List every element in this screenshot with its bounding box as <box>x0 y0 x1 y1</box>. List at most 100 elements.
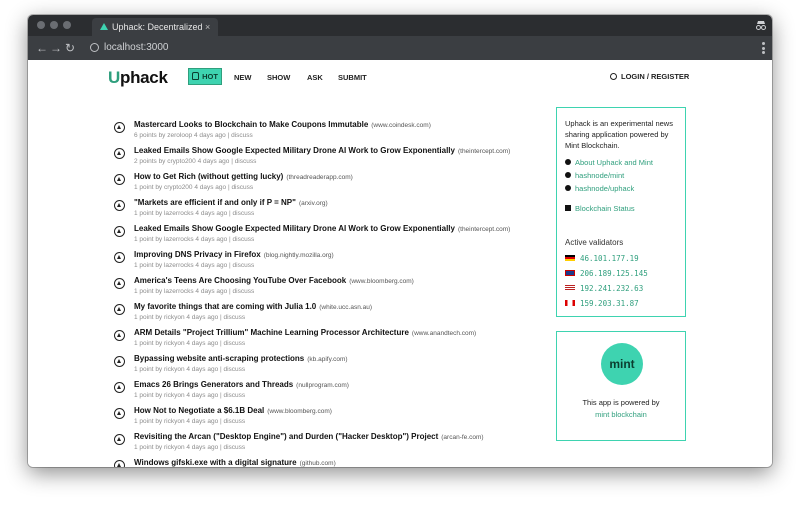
upvote-icon[interactable] <box>114 382 125 393</box>
upvote-icon[interactable] <box>114 200 125 211</box>
upvote-icon[interactable] <box>114 252 125 263</box>
post-title[interactable]: Windows gifski.exe with a digital signat… <box>134 458 297 467</box>
reload-icon[interactable]: ↻ <box>65 36 75 60</box>
powered-by-panel: mint This app is powered by mint blockch… <box>556 331 686 441</box>
validators-heading: Active validators <box>565 238 624 247</box>
validator-item[interactable]: 206.189.125.145 <box>565 269 648 278</box>
maximize-window-button[interactable] <box>63 21 71 29</box>
list-item: Emacs 26 Brings Generators and Threads (n… <box>114 380 544 406</box>
blockchain-status-link[interactable]: Blockchain Status <box>565 204 635 213</box>
mint-logo[interactable]: mint <box>601 343 643 385</box>
post-meta: 1 point by lazerrocks 4 days ago | discu… <box>134 210 255 217</box>
mint-blockchain-link[interactable]: mint blockchain <box>557 410 685 419</box>
post-title[interactable]: Leaked Emails Show Google Expected Milit… <box>134 224 455 233</box>
post-title[interactable]: America's Teens Are Choosing YouTube Ove… <box>134 276 346 285</box>
post-domain[interactable]: (arxiv.org) <box>299 200 328 207</box>
post-title[interactable]: Bypassing website anti-scraping protecti… <box>134 354 304 363</box>
info-icon <box>90 43 99 52</box>
post-title[interactable]: Emacs 26 Brings Generators and Threads <box>134 380 293 389</box>
upvote-icon[interactable] <box>114 278 125 289</box>
list-item: How Not to Negotiate a $6.1B Deal (www.bl… <box>114 406 544 432</box>
list-item: Leaked Emails Show Google Expected Milit… <box>114 224 544 250</box>
github-mint-link[interactable]: hashnode/mint <box>565 171 624 180</box>
post-domain[interactable]: (blog.nightly.mozilla.org) <box>264 252 334 259</box>
post-title[interactable]: Improving DNS Privacy in Firefox <box>134 250 261 259</box>
url-text: localhost:3000 <box>104 42 169 53</box>
minimize-window-button[interactable] <box>50 21 58 29</box>
post-domain[interactable]: (nullprogram.com) <box>296 382 349 389</box>
validator-item[interactable]: 159.203.31.87 <box>565 299 639 308</box>
post-domain[interactable]: (threadreaderapp.com) <box>286 174 352 181</box>
nav-ask-link[interactable]: ASK <box>307 73 323 82</box>
upvote-icon[interactable] <box>114 148 125 159</box>
list-item: How to Get Rich (without getting lucky)(… <box>114 172 544 198</box>
upvote-icon[interactable] <box>114 356 125 367</box>
address-bar: ← → ↻ localhost:3000 <box>28 36 772 60</box>
post-title[interactable]: Leaked Emails Show Google Expected Milit… <box>134 146 455 155</box>
uk-flag-icon <box>565 270 575 276</box>
post-domain[interactable]: (theintercept.com) <box>458 148 510 155</box>
browser-window: Uphack: Decentralized Hac × ← → ↻ localh… <box>28 15 772 467</box>
nav-new-link[interactable]: NEW <box>234 73 252 82</box>
login-register-link[interactable]: LOGIN / REGISTER <box>610 72 689 81</box>
upvote-icon[interactable] <box>114 434 125 445</box>
page-content: Uphack HOT NEW SHOW ASK SUBMIT LOGIN / R… <box>28 60 772 467</box>
browser-tab[interactable]: Uphack: Decentralized Hac × <box>92 18 218 36</box>
tab-close-icon[interactable]: × <box>205 18 210 36</box>
post-domain[interactable]: (arcan-fe.com) <box>441 434 483 441</box>
github-icon <box>565 172 571 178</box>
upvote-icon[interactable] <box>114 304 125 315</box>
list-item: America's Teens Are Choosing YouTube Ove… <box>114 276 544 302</box>
post-domain[interactable]: (github.com) <box>300 460 336 467</box>
forward-arrow-icon[interactable]: → <box>50 36 62 60</box>
close-window-button[interactable] <box>37 21 45 29</box>
post-domain[interactable]: (www.anandtech.com) <box>412 330 476 337</box>
post-meta: 1 point by rickyon 4 days ago | discuss <box>134 366 246 373</box>
tab-bar: Uphack: Decentralized Hac × <box>28 15 772 36</box>
canada-flag-icon <box>565 300 575 306</box>
post-title[interactable]: "Markets are efficient if and only if P … <box>134 198 296 207</box>
uphack-favicon-icon <box>100 23 108 30</box>
upvote-icon[interactable] <box>114 226 125 237</box>
post-domain[interactable]: (www.bloomberg.com) <box>349 278 414 285</box>
post-meta: 1 point by rickyon 4 days ago | discuss <box>134 444 246 451</box>
post-title[interactable]: Revisiting the Arcan ("Desktop Engine") … <box>134 432 438 441</box>
post-meta: 1 point by rickyon 4 days ago | discuss <box>134 340 246 347</box>
bulb-icon <box>565 159 571 165</box>
list-item: My favorite things that are coming with … <box>114 302 544 328</box>
upvote-icon[interactable] <box>114 408 125 419</box>
post-title[interactable]: How to Get Rich (without getting lucky) <box>134 172 283 181</box>
list-item: ARM Details "Project Trillium" Machine L… <box>114 328 544 354</box>
about-panel: Uphack is an experimental news sharing a… <box>556 107 686 317</box>
upvote-icon[interactable] <box>114 460 125 467</box>
about-link[interactable]: About Uphack and Mint <box>565 158 653 167</box>
post-domain[interactable]: (www.coindesk.com) <box>371 122 431 129</box>
list-item: Improving DNS Privacy in Firefox (blog.ni… <box>114 250 544 276</box>
upvote-icon[interactable] <box>114 330 125 341</box>
intro-text: Uphack is an experimental news sharing a… <box>565 119 673 150</box>
post-meta: 1 point by rickyon 4 days ago | discuss <box>134 314 246 321</box>
list-item: Leaked Emails Show Google Expected Milit… <box>114 146 544 172</box>
post-domain[interactable]: (www.bloomberg.com) <box>267 408 332 415</box>
browser-menu-icon[interactable] <box>762 42 765 56</box>
uphack-logo[interactable]: Uphack <box>108 68 168 88</box>
nav-show-link[interactable]: SHOW <box>267 73 290 82</box>
post-domain[interactable]: (kb.apify.com) <box>307 356 347 363</box>
nav-submit-link[interactable]: SUBMIT <box>338 73 367 82</box>
post-meta: 1 point by rickyon 4 days ago | discuss <box>134 392 246 399</box>
nav-hot-button[interactable]: HOT <box>188 68 222 85</box>
validator-item[interactable]: 192.241.232.63 <box>565 284 643 293</box>
post-title[interactable]: My favorite things that are coming with … <box>134 302 316 311</box>
server-icon <box>565 205 571 211</box>
post-domain[interactable]: (theintercept.com) <box>458 226 510 233</box>
upvote-icon[interactable] <box>114 122 125 133</box>
post-title[interactable]: How Not to Negotiate a $6.1B Deal <box>134 406 264 415</box>
github-uphack-link[interactable]: hashnode/uphack <box>565 184 634 193</box>
post-domain[interactable]: (white.ucc.asn.au) <box>319 304 372 311</box>
post-title[interactable]: Mastercard Looks to Blockchain to Make C… <box>134 120 368 129</box>
post-title[interactable]: ARM Details "Project Trillium" Machine L… <box>134 328 409 337</box>
url-field[interactable]: localhost:3000 <box>90 40 690 56</box>
validator-item[interactable]: 46.101.177.19 <box>565 254 639 263</box>
upvote-icon[interactable] <box>114 174 125 185</box>
back-arrow-icon[interactable]: ← <box>36 36 48 60</box>
